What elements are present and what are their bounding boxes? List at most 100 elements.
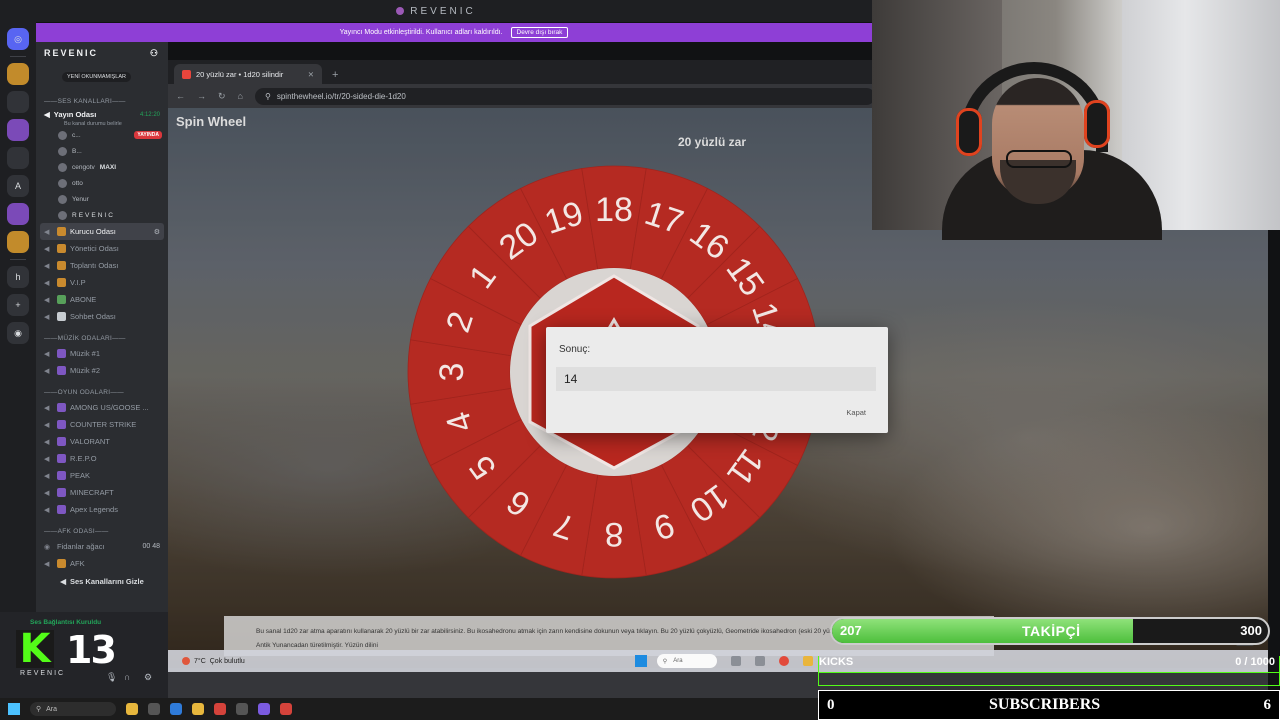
chrome-icon[interactable] [778,656,789,666]
channel-emoji-icon [57,312,66,321]
app-icon[interactable] [214,703,226,715]
site-logo[interactable]: Spin Wheel [176,114,246,129]
headset-icon[interactable]: ∩ [124,672,130,682]
server-icon-4[interactable] [7,147,29,169]
server-icon-6[interactable] [7,203,29,225]
channel-toplanti-odasi[interactable]: ◀ Toplantı Odası [36,257,168,274]
avatar [58,130,67,140]
channel-kurucu-odasi[interactable]: ◀ Kurucu Odası ⚙ [40,223,164,240]
browser-tab[interactable]: 20 yüzlü zar • 1d20 silindir ✕ [174,64,322,84]
kicks-progress-bar [819,672,1279,684]
taskbar-app-icon[interactable] [754,656,765,666]
add-server-icon[interactable]: + [7,294,29,316]
channel-muzik-2[interactable]: ◀ Müzik #2 [36,362,168,379]
channel-afk[interactable]: ◀ AFK [36,555,168,572]
server-icon-1[interactable] [7,63,29,85]
discord-taskbar-icon[interactable] [258,703,270,715]
voice-member[interactable]: c... YAYINDA [36,127,168,143]
folder-icon[interactable] [192,703,204,715]
speaker-icon: ◀ [44,228,50,236]
windows-start-icon[interactable] [8,703,20,715]
channel-yonetici-odasi[interactable]: ◀ Yönetici Odası [36,240,168,257]
back-icon[interactable]: ← [176,91,185,101]
channel-peak[interactable]: ◀ PEAK [36,467,168,484]
taskbar-search[interactable]: ⚲ Ara [30,702,116,716]
obs-icon[interactable] [280,703,292,715]
channel-emoji-icon [57,278,66,287]
server-icon-5[interactable]: A [7,175,29,197]
windows-start-icon[interactable] [634,655,647,667]
channel-repo[interactable]: ◀ R.E.P.O [36,450,168,467]
new-tab-icon[interactable]: + [332,69,338,81]
folder-icon[interactable] [802,656,813,666]
channel-apex-legends[interactable]: ◀ Apex Legends [36,501,168,518]
unread-pill[interactable]: YENİ OKUNMAMIŞLAR [62,72,131,82]
server-icon-2[interactable] [7,91,29,113]
wheel-label-18: 18 [595,191,633,229]
channel-fidanlar-agaci[interactable]: ◉ Fidanlar ağacı 00 48 [36,538,168,555]
category-afk[interactable]: —— AFK ODASI —— [36,524,168,538]
windows-taskbar: ⚲ Ara [0,698,818,720]
channel-muzik-1[interactable]: ◀ Müzik #1 [36,345,168,362]
close-dialog-button[interactable]: Kapat [846,408,866,417]
channel-emoji-icon [57,244,66,253]
channel-live-room[interactable]: ◀ Yayın Odası 4:12:20 Bu kanal durumu be… [36,108,168,127]
webcam-feed [872,0,1280,240]
widget-icon[interactable] [126,703,138,715]
category-voice[interactable]: —— SES KANALLARI —— [36,94,168,108]
favicon-icon [182,69,191,79]
channel-abone[interactable]: ◀ ABONE [36,291,168,308]
edge-icon[interactable] [170,703,182,715]
mic-icon[interactable]: 🎙 [106,672,117,683]
discord-titlebar: REVENIC [0,0,872,22]
channel-counter-strike[interactable]: ◀ COUNTER STRIKE [36,416,168,433]
channel-emoji-icon [57,559,66,568]
speaker-icon: ◀ [44,245,50,253]
voice-member[interactable]: Yenur [36,191,168,207]
url-field[interactable]: ⚲ spinthewheel.io/tr/20-sided-die-1d20 [254,87,875,105]
channel-settings-icon[interactable]: ⚙ [154,228,160,236]
server-icon-7[interactable] [7,231,29,253]
streamer-mode-text: Yayıncı Modu etkinleştirildi. Kullanıcı … [339,29,503,36]
category-games[interactable]: —— OYUN ODALARI —— [36,385,168,399]
speaker-icon: ◀ [44,489,50,497]
channel-sidebar: REVENIC ⚇ YENİ OKUNMAMIŞLAR —— SES KANALL… [36,42,168,612]
voice-member[interactable]: otto [36,175,168,191]
server-icon-3[interactable] [7,119,29,141]
url-text: spinthewheel.io/tr/20-sided-die-1d20 [276,91,406,101]
disable-streamer-mode-button[interactable]: Devre dışı bırak [510,27,569,38]
reload-icon[interactable]: ↻ [218,91,226,102]
server-icon-8[interactable]: h [7,266,29,288]
discover-icon[interactable]: ◉ [7,322,29,344]
home-icon[interactable]: ⌂ [238,91,243,101]
taskbar-search[interactable]: ⚲ Ara [656,654,717,668]
voice-member[interactable]: cengotv MAXI [36,159,168,175]
user-name[interactable]: REVENIC [20,670,65,677]
forward-icon[interactable]: → [197,91,206,101]
server-header[interactable]: REVENIC ⚇ [36,42,168,64]
voice-member[interactable]: REVENIC [36,207,168,223]
game-icon [57,488,66,497]
voice-connected-status[interactable]: Ses Bağlantısı Kuruldu [30,619,101,626]
taskbar-app-icon[interactable] [730,656,741,666]
avatar [58,178,67,188]
task-view-icon[interactable] [148,703,160,715]
speaker-icon: ◀ [44,350,50,358]
channel-among-us[interactable]: ◀ AMONG US/GOOSE ... [36,399,168,416]
discord-home-icon[interactable]: ◎ [7,28,29,50]
channel-vip[interactable]: ◀ V.I.P [36,274,168,291]
channel-valorant[interactable]: ◀ VALORANT [36,433,168,450]
channel-emoji-icon [57,227,66,236]
channel-sohbet-odasi[interactable]: ◀ Sohbet Odası [36,308,168,325]
add-member-icon[interactable]: ⚇ [150,48,160,59]
category-music[interactable]: —— MÜZİK ODALARI —— [36,331,168,345]
close-tab-icon[interactable]: ✕ [308,70,314,79]
speaker-icon: ◀ [44,455,50,463]
app-icon[interactable] [236,703,248,715]
gear-icon[interactable]: ⚙ [144,672,152,683]
site-info-icon[interactable]: ⚲ [265,92,271,101]
hide-voice-channels-button[interactable]: ◀ Ses Kanallarını Gizle [36,572,168,590]
voice-member[interactable]: B... [36,143,168,159]
channel-minecraft[interactable]: ◀ MINECRAFT [36,484,168,501]
weather-widget[interactable]: 7°C Çok bulutlu [168,657,245,665]
